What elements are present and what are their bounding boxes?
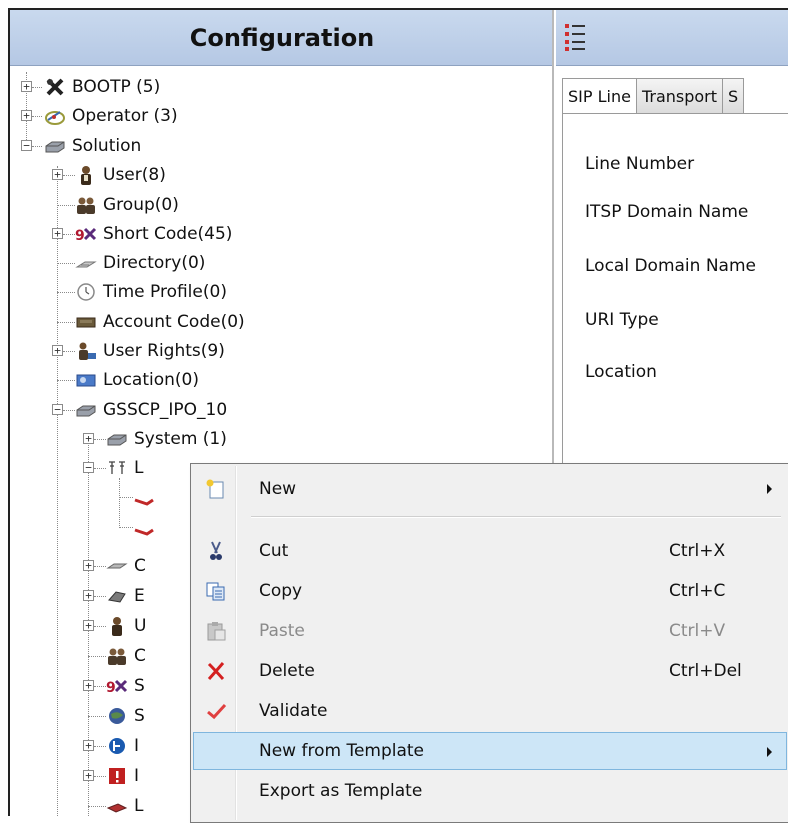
copy-icon (205, 580, 227, 602)
expand-toggle-system[interactable]: + (83, 433, 94, 444)
tree-item-bootp[interactable]: BOOTP (5) (44, 74, 160, 100)
paste-icon (205, 620, 227, 642)
tree-item-user-rights[interactable]: User Rights(9) (75, 338, 225, 364)
expand-toggle-user-rights[interactable]: + (52, 345, 63, 356)
globe-icon (106, 706, 128, 726)
collapse-toggle-solution[interactable]: − (21, 140, 32, 151)
tree-item-directory[interactable]: Directory(0) (75, 250, 205, 276)
expand-toggle-s1[interactable]: + (83, 680, 94, 691)
context-menu: New Cut Ctrl+X Copy Ctrl+C Paste Ctrl+V … (190, 463, 788, 823)
tree-item-solution[interactable]: Solution (44, 133, 141, 159)
tree-item-l2[interactable]: L (106, 793, 143, 816)
tree-item-operator[interactable]: Operator (3) (44, 103, 178, 129)
sip-line-icon (133, 488, 155, 508)
clock-icon (75, 282, 97, 302)
details-header (556, 10, 788, 66)
tree-item-c1[interactable]: C (106, 553, 146, 579)
incoming-route-icon (106, 736, 128, 756)
sip-line-panel: Line Number ITSP Domain Name Local Domai… (562, 113, 788, 473)
tree-item-e1[interactable]: E (106, 583, 145, 609)
tab-more[interactable]: S (722, 78, 745, 114)
list-view-icon[interactable] (564, 22, 586, 52)
submenu-arrow-icon (767, 484, 772, 494)
tree-item-short-code[interactable]: 9 Short Code(45) (75, 221, 232, 247)
menu-item-copy[interactable]: Copy Ctrl+C (193, 572, 787, 610)
short-code-icon: 9 (106, 676, 128, 696)
license-icon (106, 796, 128, 816)
tree-item-time-profile[interactable]: Time Profile(0) (75, 279, 227, 305)
menu-item-validate[interactable]: Validate (193, 692, 787, 730)
tree-item-account-code[interactable]: Account Code(0) (75, 309, 245, 335)
collapse-toggle-line[interactable]: − (83, 462, 94, 473)
tree-item-user[interactable]: User(8) (75, 162, 166, 188)
user-icon (75, 165, 97, 185)
alert-icon (106, 766, 128, 786)
delete-x-icon (205, 660, 227, 682)
tree-item-line[interactable]: L (106, 455, 143, 481)
location-label: Location (585, 362, 657, 382)
tab-strip: SIP Line Transport S (562, 78, 745, 114)
configuration-title: Configuration (10, 10, 552, 66)
expand-toggle-i1[interactable]: + (83, 740, 94, 751)
system-unit-icon (106, 429, 128, 449)
expand-toggle-short-code[interactable]: + (52, 228, 63, 239)
user-icon (106, 616, 128, 636)
sip-line-icon (133, 518, 155, 538)
line-number-label: Line Number (585, 154, 695, 174)
line-icon (106, 458, 128, 478)
user-rights-icon (75, 341, 97, 361)
local-domain-name-label: Local Domain Name (585, 256, 756, 276)
tab-transport[interactable]: Transport (635, 78, 724, 114)
svg-text:9: 9 (106, 680, 116, 696)
tree-item-u1[interactable]: U (106, 613, 146, 639)
menu-item-paste[interactable]: Paste Ctrl+V (193, 612, 787, 650)
account-code-icon (75, 312, 97, 332)
directory-icon (75, 253, 97, 273)
scissors-icon (205, 540, 227, 562)
tree-item-line-child-1[interactable] (133, 485, 161, 511)
tab-sip-line[interactable]: SIP Line (562, 78, 637, 114)
tree-item-s2[interactable]: S (106, 703, 145, 729)
menu-item-new[interactable]: New (193, 470, 787, 508)
tree-item-i1[interactable]: I (106, 733, 139, 759)
menu-item-new-from-template[interactable]: New from Template (193, 732, 787, 770)
expand-toggle-e1[interactable]: + (83, 590, 94, 601)
uri-type-label: URI Type (585, 310, 659, 330)
expand-toggle-operator[interactable]: + (21, 110, 32, 121)
group-icon (106, 646, 128, 666)
expand-toggle-c1[interactable]: + (83, 560, 94, 571)
menu-item-delete[interactable]: Delete Ctrl+Del (193, 652, 787, 690)
tree-item-location[interactable]: Location(0) (75, 367, 199, 393)
tree-item-gsscp-ipo-10[interactable]: GSSCP_IPO_10 (75, 397, 227, 423)
location-icon (75, 370, 97, 390)
new-document-icon (205, 478, 227, 500)
collapse-toggle-gsscp[interactable]: − (52, 404, 63, 415)
bootp-icon (44, 77, 66, 97)
tree-item-s1[interactable]: 9 S (106, 673, 145, 699)
system-unit-icon (75, 400, 97, 420)
checkmark-icon (205, 700, 227, 722)
tree-item-i2[interactable]: I (106, 763, 139, 789)
group-icon (75, 195, 97, 215)
itsp-domain-name-label: ITSP Domain Name (585, 202, 749, 222)
svg-text:9: 9 (75, 228, 85, 244)
menu-item-cut[interactable]: Cut Ctrl+X (193, 532, 787, 570)
submenu-arrow-icon (767, 747, 772, 757)
tree-item-line-child-2[interactable] (133, 515, 161, 541)
tree-item-c2[interactable]: C (106, 643, 146, 669)
expand-toggle-bootp[interactable]: + (21, 81, 32, 92)
menu-item-export-as-template[interactable]: Export as Template (193, 772, 787, 810)
expand-toggle-user[interactable]: + (52, 169, 63, 180)
solution-icon (44, 136, 66, 156)
tree-item-group[interactable]: Group(0) (75, 192, 179, 218)
expand-toggle-u1[interactable]: + (83, 620, 94, 631)
expand-toggle-i2[interactable]: + (83, 770, 94, 781)
control-unit-icon (106, 556, 128, 576)
tree-item-system[interactable]: System (1) (106, 426, 227, 452)
operator-icon (44, 106, 66, 126)
extension-icon (106, 586, 128, 606)
short-code-icon: 9 (75, 224, 97, 244)
